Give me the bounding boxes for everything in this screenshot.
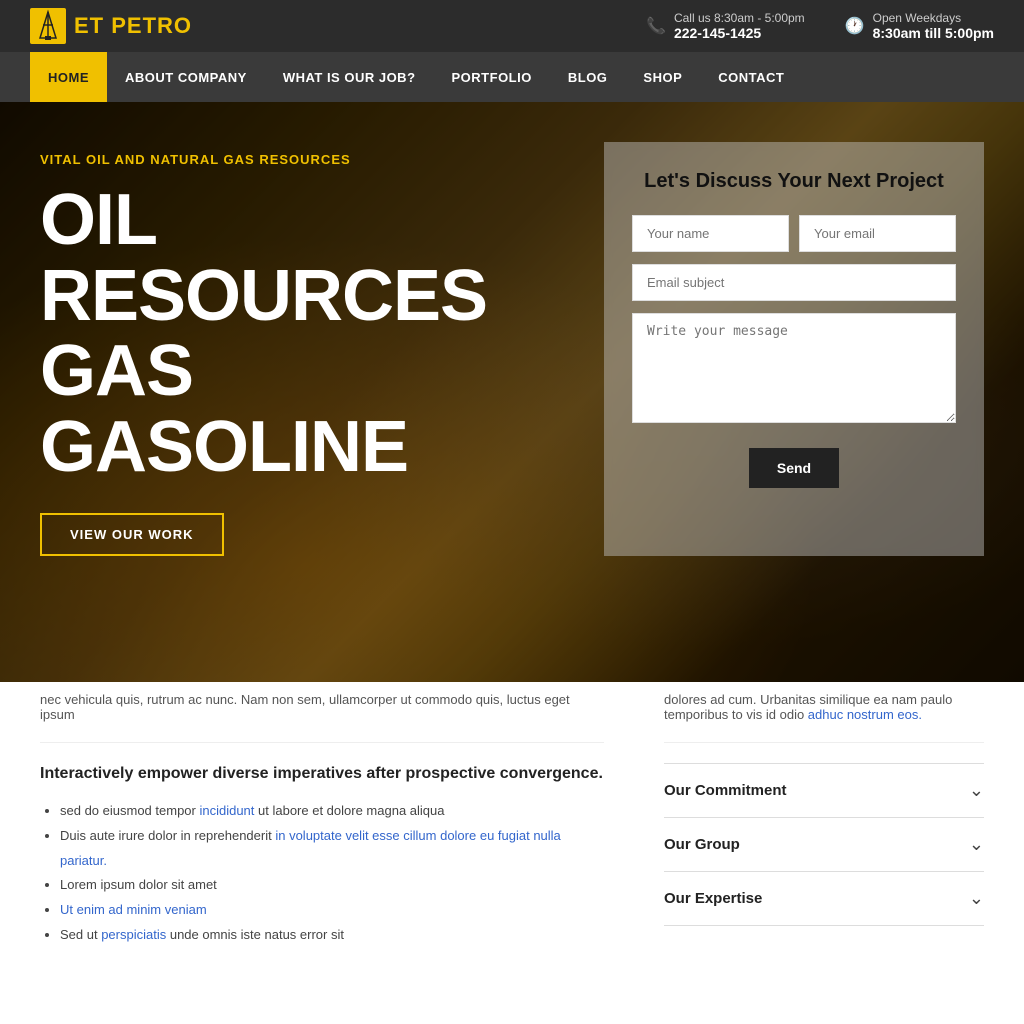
form-title: Let's Discuss Your Next Project [632,170,956,193]
phone-info: 📞 Call us 8:30am - 5:00pm 222-145-1425 [646,11,805,41]
accordion-label-3: Our Expertise [664,890,762,907]
hours-info: 🕐 Open Weekdays 8:30am till 5:00pm [845,11,994,41]
accordion-commitment[interactable]: Our Commitment ⌄ [664,763,984,818]
message-row [632,313,956,428]
hero-line1: OIL [40,183,564,259]
nav-shop[interactable]: SHOP [625,52,700,102]
subject-row [632,264,956,301]
nav-about[interactable]: ABOUT COMPANY [107,52,265,102]
message-textarea[interactable] [632,313,956,423]
logo-text: ET PETRO [74,13,192,39]
list-item: Duis aute irure dolor in reprehenderit i… [60,824,604,873]
hero-line4: GASOLINE [40,410,564,486]
hours-label: Open Weekdays [873,11,994,25]
clock-icon: 🕐 [845,16,865,36]
bullet-link-1[interactable]: incididunt [199,803,254,818]
hero-cta: VIEW OUR WORK [40,513,564,556]
hero-section: VITAL OIL AND NATURAL GAS RESOURCES OIL … [0,102,1024,682]
list-item: Ut enim ad minim veniam [60,898,604,923]
list-item: sed do eiusmod tempor incididunt ut labo… [60,799,604,824]
nav-portfolio[interactable]: PORTFOLIO [434,52,550,102]
phone-number: 222-145-1425 [674,25,805,41]
hero-subtitle: VITAL OIL AND NATURAL GAS RESOURCES [40,152,564,167]
nav-blog[interactable]: BLOG [550,52,626,102]
subject-input[interactable] [632,264,956,301]
accordion-group[interactable]: Our Group ⌄ [664,818,984,872]
list-item: Sed ut perspiciatis unde omnis iste natu… [60,923,604,948]
empowerment-heading: Interactively empower diverse imperative… [40,763,604,785]
chevron-down-icon-3: ⌄ [969,888,984,909]
top-bar: ET PETRO 📞 Call us 8:30am - 5:00pm 222-1… [0,0,1024,52]
hero-line2: RESOURCES [40,259,564,335]
right-scroll-link[interactable]: adhuc nostrum eos. [808,707,922,722]
phone-label: Call us 8:30am - 5:00pm [674,11,805,25]
lower-right: dolores ad cum. Urbanitas similique ea n… [664,682,984,948]
email-input[interactable] [799,215,956,252]
lower-section: nec vehicula quis, rutrum ac nunc. Nam n… [0,682,1024,988]
bullet-link-5[interactable]: perspiciatis [101,927,166,942]
hero-text: VITAL OIL AND NATURAL GAS RESOURCES OIL … [40,142,564,556]
chevron-down-icon-2: ⌄ [969,834,984,855]
bullet-link-4[interactable]: Ut enim ad minim veniam [60,902,207,917]
nav-contact[interactable]: CONTACT [700,52,802,102]
accordion-expertise[interactable]: Our Expertise ⌄ [664,872,984,926]
accordion: Our Commitment ⌄ Our Group ⌄ Our Experti… [664,763,984,926]
name-input[interactable] [632,215,789,252]
hero-content: VITAL OIL AND NATURAL GAS RESOURCES OIL … [0,102,1024,556]
list-item: Lorem ipsum dolor sit amet [60,873,604,898]
chevron-down-icon-1: ⌄ [969,780,984,801]
hero-line3: GAS [40,334,564,410]
cta-button[interactable]: VIEW OUR WORK [40,513,224,556]
nav-job[interactable]: WHAT IS OUR JOB? [265,52,434,102]
scroll-text-left: nec vehicula quis, rutrum ac nunc. Nam n… [40,682,604,743]
name-email-row [632,215,956,252]
send-button[interactable]: Send [749,448,839,488]
phone-icon: 📞 [646,16,666,36]
lower-left: nec vehicula quis, rutrum ac nunc. Nam n… [40,682,604,948]
main-nav: HOME ABOUT COMPANY WHAT IS OUR JOB? PORT… [0,52,1024,102]
logo-icon [30,8,66,44]
accordion-label-1: Our Commitment [664,782,787,799]
bullet-list: sed do eiusmod tempor incididunt ut labo… [40,799,604,947]
hours-value: 8:30am till 5:00pm [873,25,994,41]
accordion-label-2: Our Group [664,836,740,853]
contact-form: Let's Discuss Your Next Project Send [604,142,984,556]
hero-main-text: OIL RESOURCES GAS GASOLINE [40,183,564,485]
scroll-text-right: dolores ad cum. Urbanitas similique ea n… [664,682,984,743]
nav-home[interactable]: HOME [30,52,107,102]
logo: ET PETRO [30,8,192,44]
